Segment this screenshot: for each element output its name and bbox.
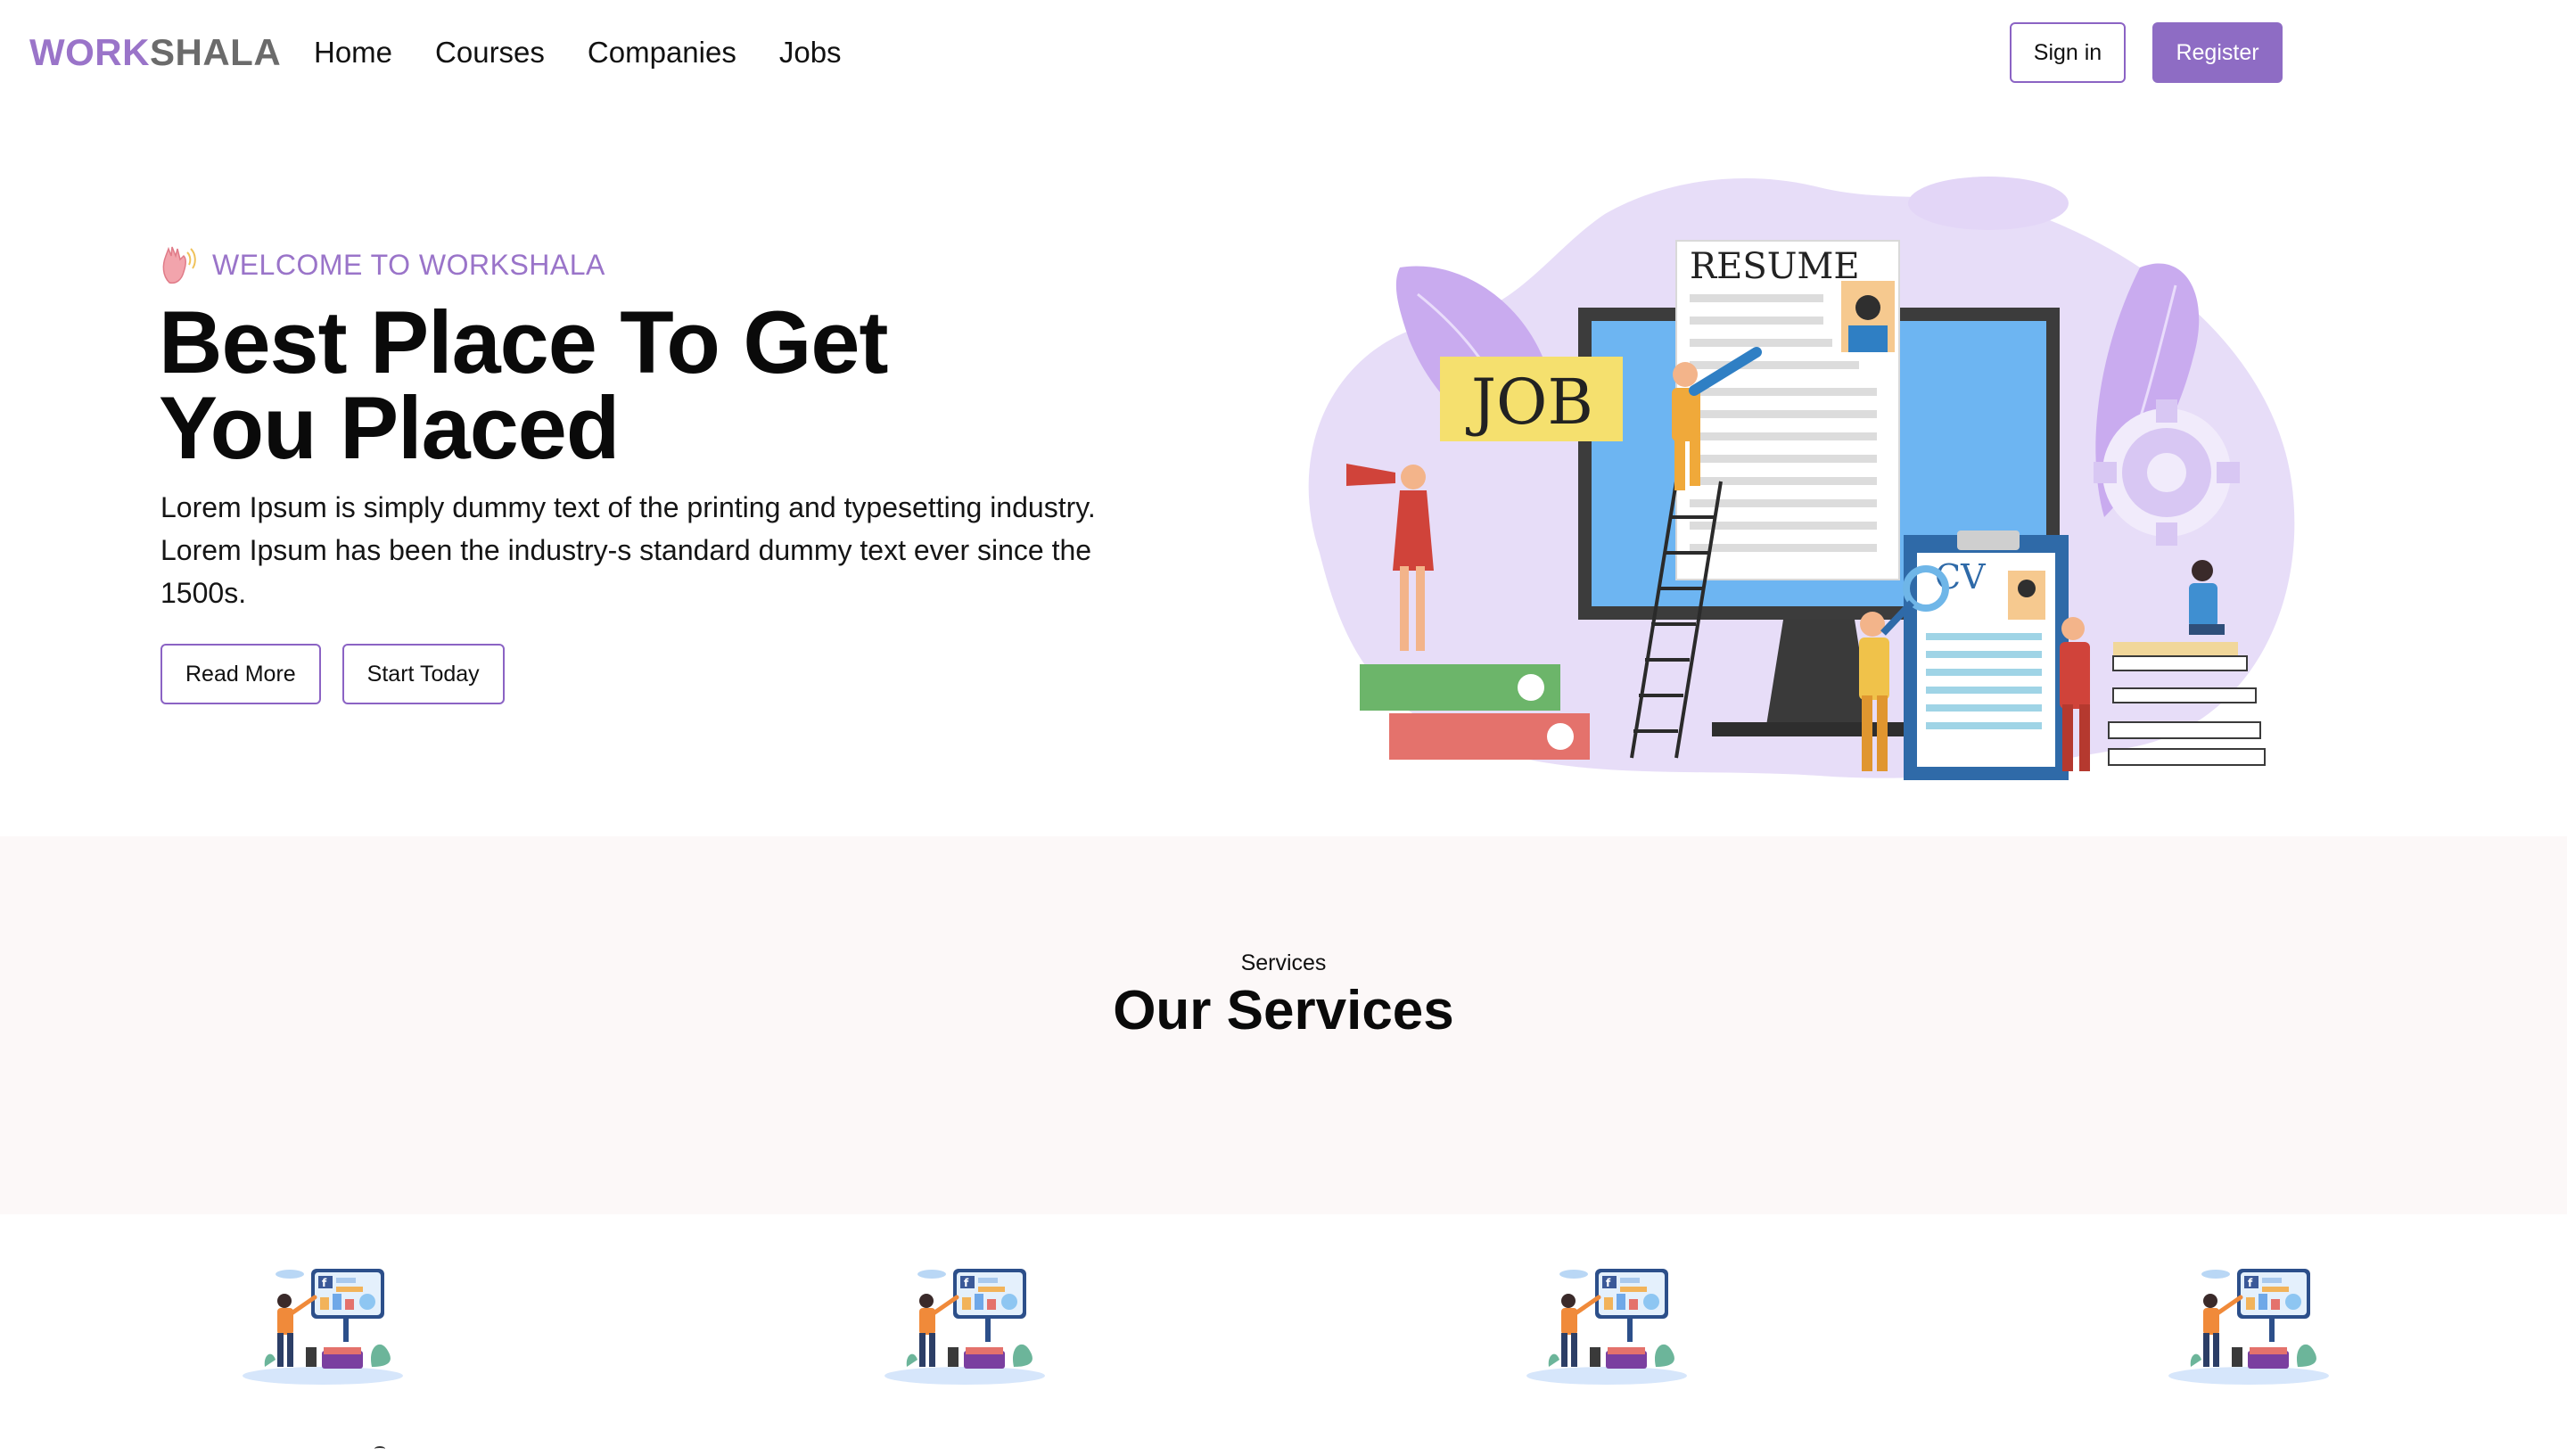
job-search-illustration: RESUME JOB CV: [1308, 177, 2295, 780]
svg-text:f: f: [1606, 1277, 1611, 1289]
logo-part-work: WORK: [29, 31, 150, 73]
social-media-marketing-illustration: f: [884, 1269, 1045, 1385]
logo-part-shala: SHALA: [149, 31, 282, 73]
svg-text:f: f: [964, 1277, 969, 1289]
read-more-button[interactable]: Read More: [160, 644, 321, 704]
sign-in-button[interactable]: Sign in: [2010, 22, 2126, 83]
welcome-kicker: WELCOME TO WORKSHALA: [160, 243, 605, 286]
register-button[interactable]: Register: [2152, 22, 2283, 83]
top-navigation: WORKSHALA Home Courses Companies Jobs Si…: [0, 0, 2567, 105]
service-card-illustration: f: [1522, 1262, 1691, 1386]
hero-title: Best Place To Get You Placed: [159, 298, 1050, 472]
hero-title-line2: You Placed: [159, 378, 620, 477]
nav-link-courses[interactable]: Courses: [435, 32, 545, 73]
social-media-marketing-illustration: f: [243, 1269, 403, 1385]
partial-text-fragment: [374, 1446, 385, 1452]
hero-description: Lorem Ipsum is simply dummy text of the …: [160, 491, 1096, 609]
hand-wave-icon: [162, 246, 196, 284]
services-kicker: Services: [1240, 950, 1327, 975]
hero-buttons: Read More Start Today: [160, 644, 505, 704]
nav-link-companies[interactable]: Companies: [588, 32, 736, 73]
service-card-illustration: f: [2164, 1262, 2333, 1386]
service-card-illustration: f: [880, 1262, 1049, 1386]
nav-links: Home Courses Companies Jobs: [314, 32, 842, 73]
svg-text:f: f: [322, 1277, 327, 1289]
social-media-marketing-illustration: f: [1526, 1269, 1687, 1385]
service-card-illustration: f: [238, 1262, 407, 1386]
welcome-text: WELCOME TO WORKSHALA: [212, 249, 605, 281]
site-logo[interactable]: WORKSHALA: [29, 29, 281, 76]
nav-link-jobs[interactable]: Jobs: [779, 32, 842, 73]
social-media-marketing-illustration: f: [2168, 1269, 2329, 1385]
job-label: JOB: [1466, 366, 1593, 439]
nav-link-home[interactable]: Home: [314, 32, 392, 73]
services-title: Our Services: [1113, 980, 1454, 1041]
start-today-button[interactable]: Start Today: [341, 644, 505, 704]
svg-text:f: f: [2248, 1277, 2253, 1289]
resume-label: RESUME: [1690, 246, 1860, 287]
hero-title-line1: Best Place To Get: [159, 292, 888, 391]
